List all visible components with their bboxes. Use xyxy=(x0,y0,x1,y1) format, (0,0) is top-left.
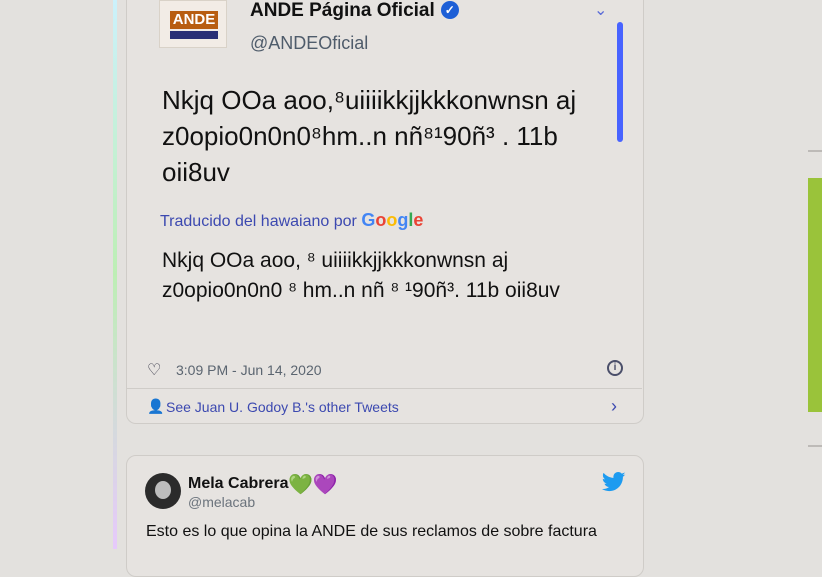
left-accent-bar xyxy=(113,0,117,549)
translation-label[interactable]: Traducido del hawaiano por Google xyxy=(160,210,423,231)
account-name[interactable]: ANDE Página Oficial ✓ xyxy=(250,0,459,22)
tweet-text: Nkjq OOa aoo,⁸uiiiikkjjkkkonwnsn aj z0op… xyxy=(162,85,577,187)
tweet-text: Esto es lo que opina la ANDE de sus recl… xyxy=(146,523,597,540)
poster-handle[interactable]: @melacab xyxy=(188,494,255,510)
right-edge-divider xyxy=(808,445,822,447)
user-icon: 👤 xyxy=(147,398,165,414)
card-divider xyxy=(126,388,642,389)
poster-emoji: 💚💜 xyxy=(288,472,338,497)
translation-prefix: Traducido del hawaiano por xyxy=(160,213,357,230)
right-edge-divider xyxy=(808,150,822,152)
purple-heart-icon: 💜 xyxy=(312,474,338,496)
logo-stripe xyxy=(170,31,218,39)
chevron-right-icon[interactable]: › xyxy=(611,396,617,417)
account-handle[interactable]: @ANDEOficial xyxy=(250,33,368,54)
tweet-timestamp[interactable]: 3:09 PM - Jun 14, 2020 xyxy=(176,362,322,378)
other-tweets-link[interactable]: See Juan U. Godoy B.'s other Tweets xyxy=(166,399,399,415)
info-icon[interactable]: i xyxy=(607,360,623,376)
scroll-indicator[interactable] xyxy=(617,22,623,142)
account-name-label: ANDE Página Oficial xyxy=(250,0,435,21)
twitter-bird-icon[interactable] xyxy=(602,472,626,492)
poster-name[interactable]: Mela Cabrera xyxy=(188,475,289,493)
logo-text: ANDE xyxy=(170,11,218,29)
avatar[interactable] xyxy=(145,473,181,509)
avatar-face xyxy=(155,481,171,499)
verified-badge-icon: ✓ xyxy=(440,1,459,19)
heart-icon[interactable]: ♡ xyxy=(147,360,161,380)
translated-text: Nkjq OOa aoo, ⁸ uiiiikkjjkkkonwnsn aj z0… xyxy=(162,249,560,302)
google-logo: Google xyxy=(361,210,424,230)
embedded-tweet-card xyxy=(126,455,644,577)
right-edge-highlight xyxy=(808,178,822,412)
green-heart-icon: 💚 xyxy=(288,474,313,496)
ande-logo[interactable]: ANDE xyxy=(159,0,227,48)
chevron-down-icon[interactable]: ⌄ xyxy=(594,0,607,20)
